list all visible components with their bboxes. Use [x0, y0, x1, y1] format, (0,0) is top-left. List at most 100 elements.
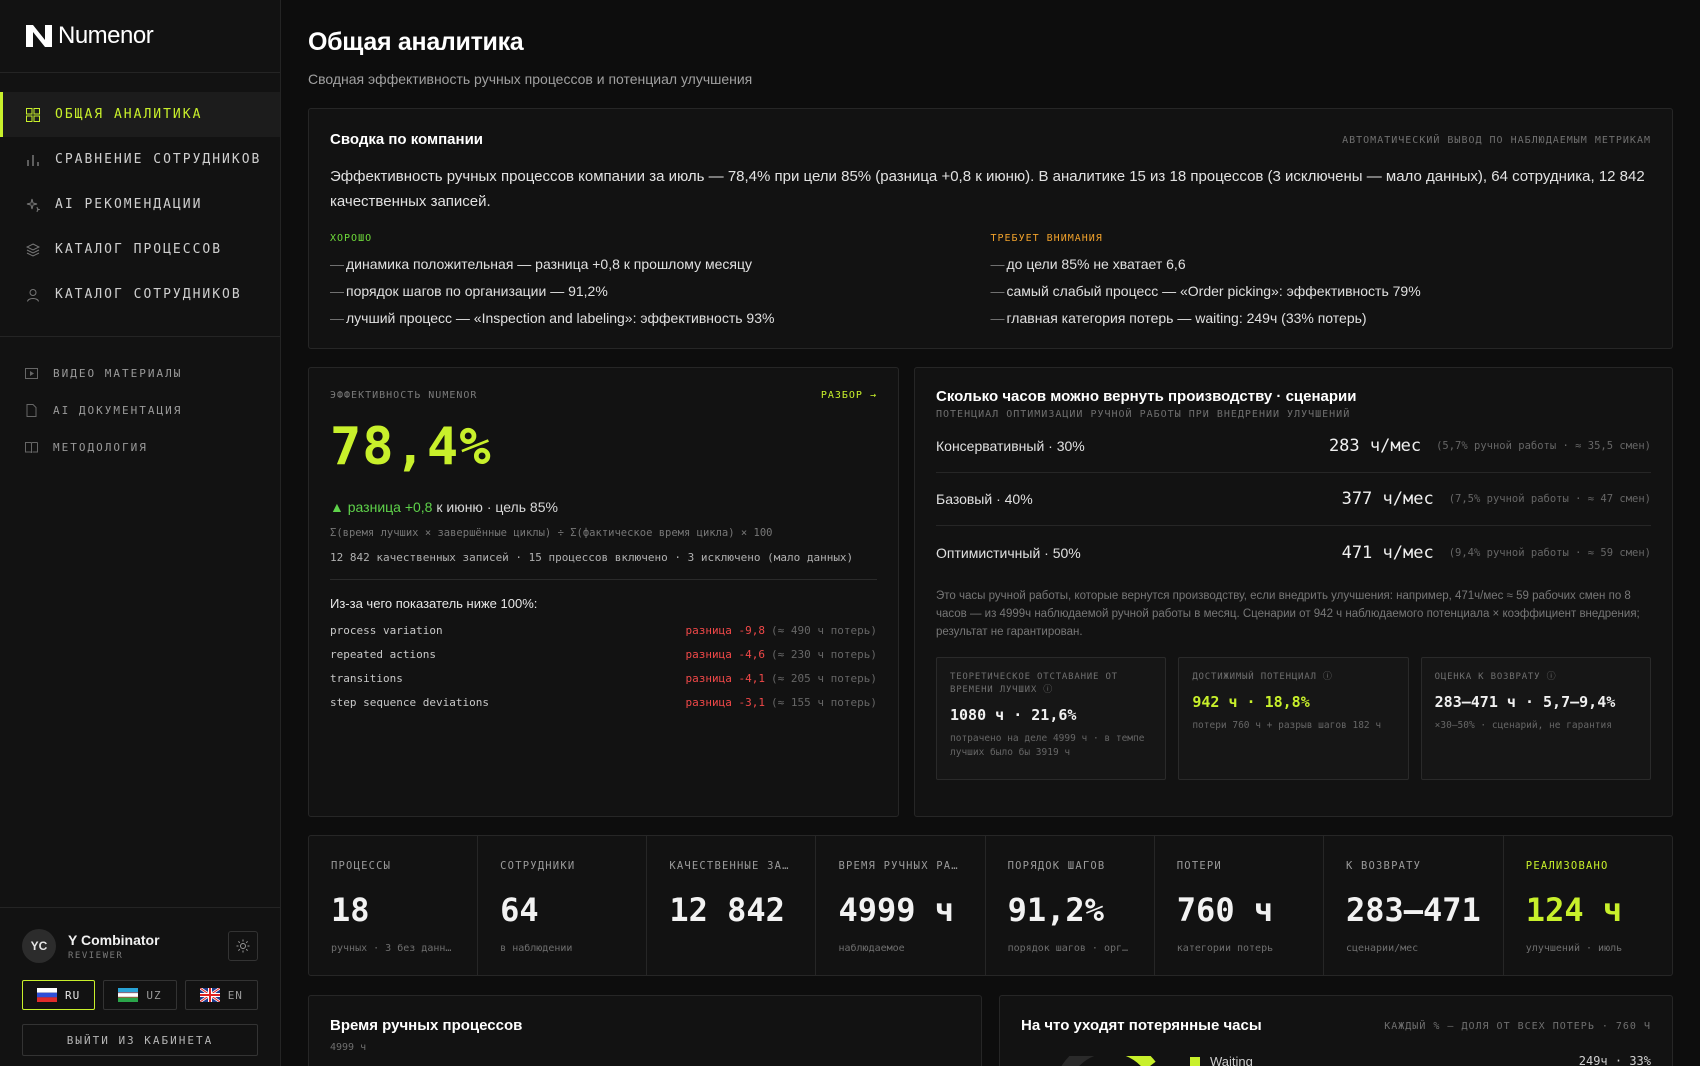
avatar[interactable]: YC	[22, 929, 56, 963]
factor-name: process variation	[330, 623, 443, 637]
manual-time-title: Время ручных процессов	[330, 1017, 523, 1034]
sun-icon	[236, 939, 250, 953]
bar-chart-icon	[25, 152, 41, 168]
kpi-value: 4999 ч	[838, 891, 955, 929]
nav-label: ВИДЕО МАТЕРИАЛЫ	[53, 367, 183, 380]
legend-name: Waiting	[1210, 1054, 1253, 1066]
manual-time-card: Время ручных процессов 4999 ч	[308, 995, 982, 1066]
efficiency-meta: 12 842 качественных записей · 15 процесс…	[330, 551, 877, 580]
kpi-value: 12 842	[669, 891, 785, 929]
nav-label: МЕТОДОЛОГИЯ	[53, 441, 148, 454]
scenario-row: Базовый · 40% 377 ч/мес (7,5% ручной раб…	[936, 473, 1651, 526]
logo[interactable]: Numenor	[0, 0, 280, 73]
kpi-step-order[interactable]: ПОРЯДОК ШАГОВ 91,2% порядок шагов · орг…	[986, 836, 1155, 975]
main-nav: ОБЩАЯ АНАЛИТИКА СРАВНЕНИЕ СОТРУДНИКОВ AI…	[0, 73, 280, 337]
loss-factor-row: repeated actions разница -4,6 (≈ 230 ч п…	[330, 642, 877, 666]
summary-text: Эффективность ручных процессов компании …	[330, 168, 1645, 210]
summary-tag: АВТОМАТИЧЕСКИЙ ВЫВОД ПО НАБЛЮДАЕМЫМ МЕТР…	[1342, 135, 1651, 146]
scenario-name: Оптимистичный · 50%	[936, 544, 1081, 561]
up-arrow-icon: ▲	[330, 499, 344, 515]
delta-context: к июню · цель 85%	[432, 499, 558, 515]
kpi-value: 91,2%	[1007, 891, 1104, 929]
logo-mark-icon	[26, 25, 52, 47]
achievable-potential-card[interactable]: ДОСТИЖИМЫЙ ПОТЕНЦИАЛ ⓘ 942 ч · 18,8% пот…	[1178, 657, 1409, 780]
theme-toggle-button[interactable]	[228, 931, 258, 961]
scenario-row: Консервативный · 30% 283 ч/мес (5,7% руч…	[936, 420, 1651, 473]
card-sub: потрачено на деле 4999 ч · в темпе лучши…	[950, 733, 1145, 758]
factor-note: (≈ 490 ч потерь)	[771, 623, 877, 637]
factor-value: разница -9,8	[685, 623, 766, 637]
scenario-value: 283 ч/мес	[1328, 436, 1422, 456]
losses-donut-chart	[1061, 1056, 1156, 1066]
why-title: Из-за чего показатель ниже 100%:	[330, 596, 538, 611]
company-summary-card: Сводка по компании АВТОМАТИЧЕСКИЙ ВЫВОД …	[308, 108, 1673, 349]
attention-item: до цели 85% не хватает 6,6	[991, 251, 1652, 278]
kpi-processes[interactable]: ПРОЦЕССЫ 18 ручных · 3 без данн…	[309, 836, 479, 975]
kpi-value: 124 ч	[1525, 891, 1623, 929]
kpi-sub: категории потерь	[1176, 943, 1274, 954]
kpi-label: ПОРЯДОК ШАГОВ	[1007, 860, 1106, 872]
good-item: порядок шагов по организации — 91,2%	[330, 278, 991, 305]
loss-factor-row: process variation разница -9,8 (≈ 490 ч …	[330, 618, 877, 642]
legend-value: 249ч · 33%	[1578, 1054, 1651, 1066]
delta-value: разница +0,8	[347, 499, 433, 515]
return-estimate-card[interactable]: ОЦЕНКА К ВОЗВРАТУ ⓘ 283–471 ч · 5,7–9,4%…	[1420, 657, 1651, 780]
factor-name: transitions	[330, 671, 403, 685]
nav-label: AI ДОКУМЕНТАЦИЯ	[53, 404, 183, 417]
sidebar: Numenor ОБЩАЯ АНАЛИТИКА СРАВНЕНИЕ СОТРУД…	[0, 0, 281, 1066]
nav-item-employee-catalog[interactable]: КАТАЛОГ СОТРУДНИКОВ	[0, 272, 280, 317]
factor-note: (≈ 205 ч потерь)	[771, 671, 877, 685]
kpi-employees[interactable]: СОТРУДНИКИ 64 в наблюдении	[478, 836, 648, 975]
nav-item-process-catalog[interactable]: КАТАЛОГ ПРОЦЕССОВ	[0, 227, 280, 272]
scenarios-card: Сколько часов можно вернуть производству…	[914, 367, 1673, 817]
kpi-sub: порядок шагов · орг…	[1007, 943, 1129, 954]
kpi-label: ПОТЕРИ	[1176, 860, 1222, 872]
kpi-label: КАЧЕСТВЕННЫЕ ЗА…	[669, 860, 790, 872]
nav-item-ai-docs[interactable]: AI ДОКУМЕНТАЦИЯ	[0, 392, 280, 429]
lang-en-button[interactable]: EN	[184, 980, 258, 1010]
kpi-manual-time[interactable]: ВРЕМЯ РУЧНЫХ РА… 4999 ч наблюдаемое	[816, 836, 986, 975]
nav-item-video[interactable]: ВИДЕО МАТЕРИАЛЫ	[0, 355, 280, 392]
secondary-nav: ВИДЕО МАТЕРИАЛЫ AI ДОКУМЕНТАЦИЯ МЕТОДОЛО…	[0, 337, 280, 466]
page-title: Общая аналитика	[308, 28, 524, 56]
lost-hours-tag: КАЖДЫЙ % — ДОЛЯ ОТ ВСЕХ ПОТЕРЬ · 760 Ч	[1384, 1021, 1651, 1032]
kpi-label: ПРОЦЕССЫ	[331, 860, 392, 872]
efficiency-label: ЭФФЕКТИВНОСТЬ NUMENOR	[330, 390, 478, 401]
factor-note: (≈ 230 ч потерь)	[771, 647, 877, 661]
logout-button[interactable]: ВЫЙТИ ИЗ КАБИНЕТА	[22, 1024, 258, 1056]
nav-item-methodology[interactable]: МЕТОДОЛОГИЯ	[0, 429, 280, 466]
scenario-name: Базовый · 40%	[936, 491, 1033, 507]
good-heading: ХОРОШО	[330, 233, 373, 244]
lang-uz-button[interactable]: UZ	[103, 980, 177, 1010]
uzbekistan-flag-icon	[118, 988, 139, 1002]
good-item: лучший процесс — «Inspection and labelin…	[330, 305, 991, 332]
scenarios-note: Это часы ручной работы, которые вернутся…	[936, 590, 1640, 638]
nav-label: КАТАЛОГ СОТРУДНИКОВ	[55, 287, 242, 302]
nav-label: AI РЕКОМЕНДАЦИИ	[55, 197, 203, 212]
kpi-losses[interactable]: ПОТЕРИ 760 ч категории потерь	[1155, 836, 1324, 975]
breakdown-link[interactable]: РАЗБОР →	[821, 390, 877, 401]
efficiency-delta: ▲ разница +0,8 к июню · цель 85%	[330, 499, 877, 515]
factor-value: разница -4,1	[685, 671, 766, 685]
user-role: REVIEWER	[68, 950, 124, 961]
attention-heading: ТРЕБУЕТ ВНИМАНИЯ	[990, 233, 1103, 244]
user-icon	[25, 287, 41, 303]
kpi-implemented[interactable]: РЕАЛИЗОВАНО 124 ч улучшений · июль	[1504, 836, 1672, 975]
nav-item-overview[interactable]: ОБЩАЯ АНАЛИТИКА	[0, 92, 280, 137]
lang-label: RU	[65, 988, 81, 1002]
efficiency-value: 78,4%	[330, 417, 492, 477]
scenario-note: (7,5% ручной работы · ≈ 47 смен)	[1448, 493, 1651, 505]
kpi-to-return[interactable]: К ВОЗВРАТУ 283–471 сценарии/мес	[1324, 836, 1504, 975]
scenario-list: Консервативный · 30% 283 ч/мес (5,7% руч…	[936, 420, 1651, 579]
kpi-quality-records[interactable]: КАЧЕСТВЕННЫЕ ЗА… 12 842	[647, 836, 817, 975]
kpi-sub: сценарии/мес	[1345, 943, 1419, 954]
theoretical-gap-card[interactable]: ТЕОРЕТИЧЕСКОЕ ОТСТАВАНИЕ ОТ ВРЕМЕНИ ЛУЧШ…	[936, 657, 1167, 780]
legend-item[interactable]: Waiting	[1190, 1054, 1253, 1066]
scenarios-subtitle: ПОТЕНЦИАЛ ОПТИМИЗАЦИИ РУЧНОЙ РАБОТЫ ПРИ …	[936, 409, 1351, 420]
lang-ru-button[interactable]: RU	[22, 980, 96, 1010]
nav-item-employee-comparison[interactable]: СРАВНЕНИЕ СОТРУДНИКОВ	[0, 137, 280, 182]
kpi-strip: ПРОЦЕССЫ 18 ручных · 3 без данн… СОТРУДН…	[308, 835, 1673, 976]
sparkle-icon	[25, 197, 41, 213]
nav-item-ai-recommendations[interactable]: AI РЕКОМЕНДАЦИИ	[0, 182, 280, 227]
nav-label: СРАВНЕНИЕ СОТРУДНИКОВ	[55, 152, 262, 167]
